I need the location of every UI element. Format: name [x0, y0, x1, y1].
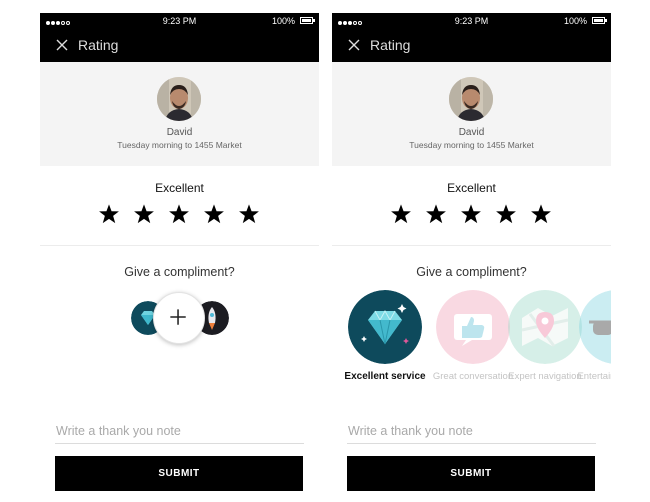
compliment-prompt: Give a compliment? — [124, 265, 235, 279]
star-icon[interactable] — [98, 203, 120, 225]
trip-info: Tuesday morning to 1455 Market — [117, 140, 242, 150]
sunglasses-icon — [579, 290, 611, 364]
battery-icon — [300, 17, 315, 24]
star-icon[interactable] — [168, 203, 190, 225]
compliment-prompt: Give a compliment? — [416, 265, 527, 279]
plus-icon — [170, 309, 186, 325]
nav-bar: Rating — [40, 30, 319, 62]
compliment-label: Entertaining driver — [577, 371, 611, 382]
phone-screen-left: 9:23 PM 100% Rating David Tuesday mornin… — [40, 13, 319, 502]
battery-percent: 100% — [563, 16, 587, 26]
map-pin-icon — [508, 290, 582, 364]
status-bar: 9:23 PM 100% — [40, 13, 319, 30]
star-rating[interactable] — [332, 203, 611, 231]
status-bar: 9:23 PM 100% — [332, 13, 611, 30]
close-icon[interactable] — [55, 38, 69, 52]
battery-percent: 100% — [271, 16, 295, 26]
compliment-label: Excellent service — [344, 371, 426, 382]
thank-you-note-input[interactable] — [55, 418, 304, 444]
driver-name: David — [458, 127, 485, 138]
diamond-icon — [348, 290, 422, 364]
divider — [332, 245, 611, 246]
page-title: Rating — [370, 37, 411, 53]
star-icon[interactable] — [460, 203, 482, 225]
driver-avatar — [157, 77, 201, 121]
page-title: Rating — [78, 37, 119, 53]
driver-panel: David Tuesday morning to 1455 Market — [332, 62, 611, 166]
divider — [40, 245, 319, 246]
submit-button[interactable]: SUBMIT — [55, 456, 303, 491]
battery-icon — [592, 17, 607, 24]
add-compliment-button[interactable] — [153, 292, 205, 344]
submit-button[interactable]: SUBMIT — [347, 456, 595, 491]
star-icon[interactable] — [530, 203, 552, 225]
star-icon[interactable] — [495, 203, 517, 225]
driver-panel: David Tuesday morning to 1455 Market — [40, 62, 319, 166]
star-icon[interactable] — [203, 203, 225, 225]
driver-name: David — [166, 127, 193, 138]
rating-label: Excellent — [447, 181, 496, 195]
star-icon[interactable] — [238, 203, 260, 225]
thank-you-note-input[interactable] — [347, 418, 596, 444]
star-rating[interactable] — [40, 203, 319, 231]
nav-bar: Rating — [332, 30, 611, 62]
star-icon[interactable] — [390, 203, 412, 225]
trip-info: Tuesday morning to 1455 Market — [409, 140, 534, 150]
phone-screen-right: 9:23 PM 100% Rating David Tuesday mornin… — [332, 13, 611, 502]
star-icon[interactable] — [133, 203, 155, 225]
thumbs-up-icon — [436, 290, 510, 364]
rating-label: Excellent — [155, 181, 204, 195]
close-icon[interactable] — [347, 38, 361, 52]
star-icon[interactable] — [425, 203, 447, 225]
driver-avatar — [449, 77, 493, 121]
